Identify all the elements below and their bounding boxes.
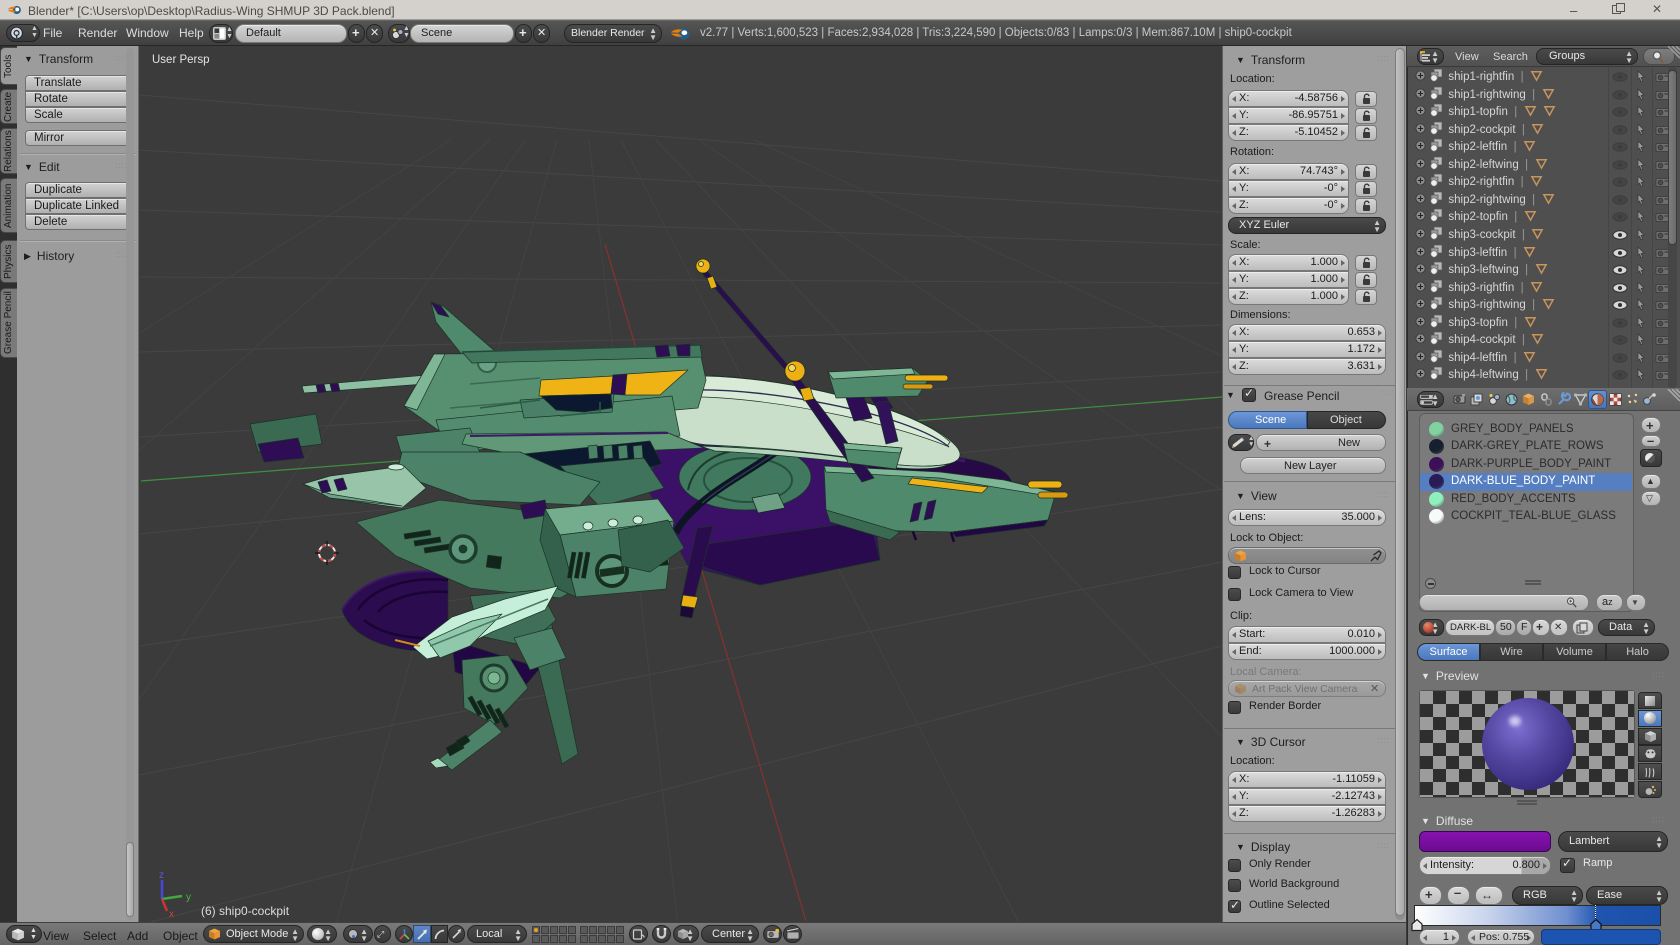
svg-text:z: z	[159, 870, 164, 881]
svg-text:y: y	[186, 892, 191, 903]
svg-text:(6) ship0-cockpit: (6) ship0-cockpit	[201, 904, 290, 918]
svg-text:x: x	[169, 909, 174, 920]
svg-text:User Persp: User Persp	[152, 54, 210, 66]
